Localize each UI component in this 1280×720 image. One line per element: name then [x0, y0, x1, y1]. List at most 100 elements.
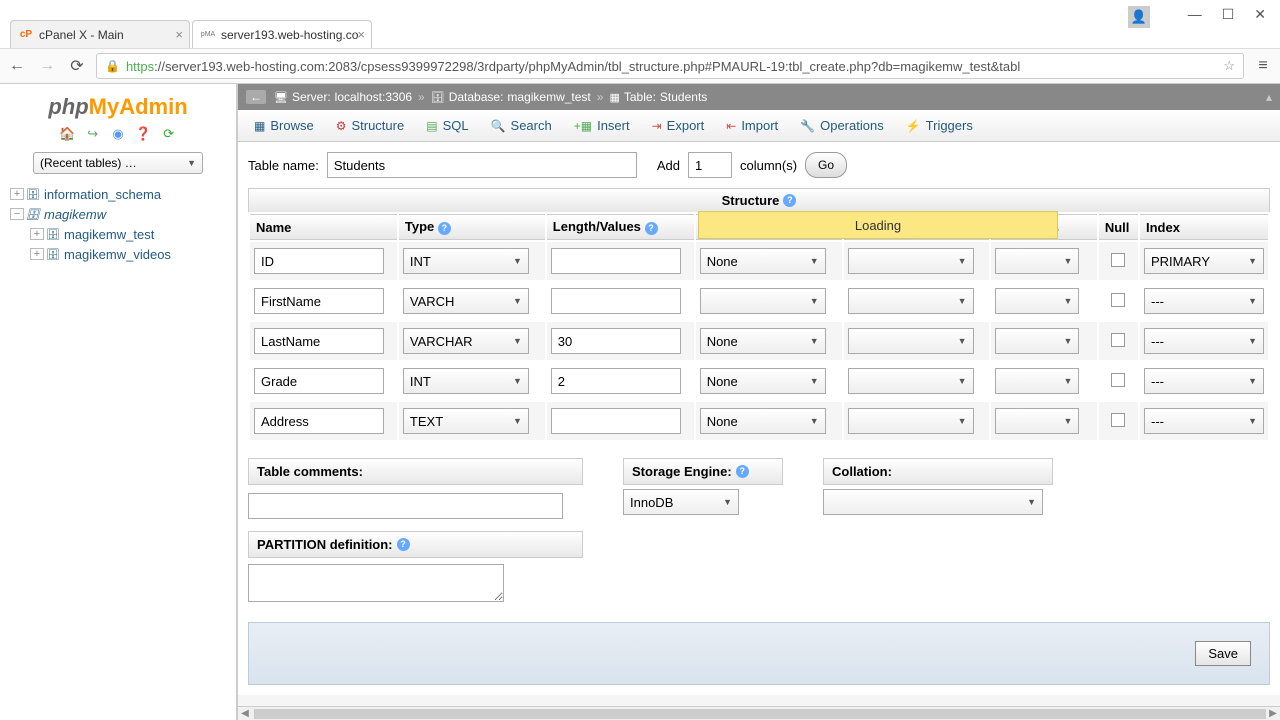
sql-icon[interactable]: ◉ [109, 126, 127, 142]
minimize-button[interactable]: — [1188, 6, 1202, 22]
help-icon[interactable]: ? [397, 538, 410, 551]
breadcrumb-back-icon[interactable]: ← [246, 90, 266, 104]
column-index-select[interactable]: --- [1144, 408, 1264, 434]
column-attributes-select[interactable] [995, 408, 1079, 434]
chrome-menu-button[interactable]: ≡ [1252, 57, 1274, 75]
reload-icon[interactable]: ⟳ [160, 126, 178, 142]
browser-tab-cpanel[interactable]: cP cPanel X - Main × [10, 20, 190, 48]
user-account-icon[interactable]: 👤 [1128, 6, 1150, 28]
table-name-input[interactable] [327, 152, 637, 178]
column-null-checkbox[interactable] [1111, 333, 1125, 347]
column-attributes-select[interactable] [995, 368, 1079, 394]
column-collation-select[interactable] [848, 328, 974, 354]
tab-browse[interactable]: ▦Browse [244, 114, 324, 137]
docs-icon[interactable]: ❓ [134, 126, 152, 142]
column-null-checkbox[interactable] [1111, 413, 1125, 427]
column-length-input[interactable] [551, 408, 681, 434]
collapse-icon[interactable]: − [10, 208, 24, 220]
tab-operations[interactable]: 🔧Operations [790, 114, 894, 137]
breadcrumb-db[interactable]: magikemw_test [507, 90, 590, 104]
add-columns-input[interactable] [688, 152, 732, 178]
collation-select[interactable] [823, 489, 1043, 515]
scroll-left-icon[interactable]: ◀ [238, 708, 252, 719]
column-type-select[interactable]: VARCH [403, 288, 529, 314]
horizontal-scrollbar[interactable]: ◀ ▶ [238, 706, 1280, 720]
help-icon[interactable]: ? [438, 222, 451, 235]
tab-structure[interactable]: ⚙Structure [326, 114, 415, 137]
column-index-select[interactable]: --- [1144, 328, 1264, 354]
tab-import[interactable]: ⇤Import [716, 114, 788, 137]
column-null-checkbox[interactable] [1111, 293, 1125, 307]
save-button[interactable]: Save [1195, 641, 1251, 666]
column-length-input[interactable] [551, 288, 681, 314]
table-comments-input[interactable] [248, 493, 563, 519]
tree-item-magikemw[interactable]: − 🗄 magikemw [10, 204, 232, 224]
column-name-input[interactable] [254, 328, 384, 354]
home-icon[interactable]: 🏠 [58, 126, 76, 142]
column-attributes-select[interactable] [995, 288, 1079, 314]
column-name-input[interactable] [254, 288, 384, 314]
tree-item-magikemw-test[interactable]: + 🗄 magikemw_test [30, 224, 232, 244]
column-name-input[interactable] [254, 368, 384, 394]
expand-icon[interactable]: + [30, 228, 44, 240]
back-button[interactable]: ← [6, 55, 28, 77]
column-index-select[interactable]: PRIMARY [1144, 248, 1264, 274]
logout-icon[interactable]: ↪ [84, 126, 102, 142]
reload-button[interactable]: ⟳ [66, 55, 88, 77]
help-icon[interactable]: ? [736, 465, 749, 478]
column-default-select[interactable]: None [700, 368, 826, 394]
tab-export[interactable]: ⇥Export [642, 114, 715, 137]
browser-tab-phpmyadmin[interactable]: pMA server193.web-hosting.co × [192, 20, 372, 48]
tab-close-icon[interactable]: × [357, 27, 365, 42]
scroll-thumb[interactable] [254, 709, 1266, 719]
column-null-checkbox[interactable] [1111, 373, 1125, 387]
column-collation-select[interactable] [848, 408, 974, 434]
column-type-select[interactable]: VARCHAR [403, 328, 529, 354]
column-default-select[interactable]: None [700, 408, 826, 434]
scroll-right-icon[interactable]: ▶ [1266, 708, 1280, 719]
column-default-select[interactable]: None [700, 328, 826, 354]
column-length-input[interactable] [551, 368, 681, 394]
tree-item-information-schema[interactable]: + 🗄 information_schema [10, 184, 232, 204]
column-default-select[interactable]: None [700, 248, 826, 274]
tab-search[interactable]: 🔍Search [481, 114, 562, 137]
expand-icon[interactable]: + [10, 188, 24, 200]
tab-sql[interactable]: ▤SQL [416, 114, 478, 137]
column-default-select[interactable] [700, 288, 826, 314]
tree-item-magikemw-videos[interactable]: + 🗄 magikemw_videos [30, 244, 232, 264]
column-length-input[interactable] [551, 248, 681, 274]
select-value: VARCHAR [410, 334, 473, 349]
breadcrumb-table[interactable]: Students [660, 90, 707, 104]
column-collation-select[interactable] [848, 248, 974, 274]
help-icon[interactable]: ? [783, 194, 796, 207]
column-attributes-select[interactable] [995, 248, 1079, 274]
column-type-select[interactable]: TEXT [403, 408, 529, 434]
breadcrumb-server[interactable]: localhost:3306 [335, 90, 412, 104]
column-attributes-select[interactable] [995, 328, 1079, 354]
column-index-select[interactable]: --- [1144, 368, 1264, 394]
column-index-select[interactable]: --- [1144, 288, 1264, 314]
column-length-input[interactable] [551, 328, 681, 354]
column-type-select[interactable]: INT [403, 248, 529, 274]
tab-close-icon[interactable]: × [175, 27, 183, 42]
maximize-button[interactable]: ☐ [1222, 6, 1235, 23]
forward-button[interactable]: → [36, 55, 58, 77]
storage-engine-select[interactable]: InnoDB [623, 489, 739, 515]
close-button[interactable]: ✕ [1254, 6, 1266, 23]
column-name-input[interactable] [254, 248, 384, 274]
bookmark-star-icon[interactable]: ☆ [1223, 58, 1235, 74]
tab-insert[interactable]: +▦Insert [564, 114, 640, 137]
collapse-breadcrumb-icon[interactable]: ▴ [1266, 90, 1272, 104]
column-collation-select[interactable] [848, 368, 974, 394]
column-type-select[interactable]: INT [403, 368, 529, 394]
column-null-checkbox[interactable] [1111, 253, 1125, 267]
expand-icon[interactable]: + [30, 248, 44, 260]
column-name-input[interactable] [254, 408, 384, 434]
partition-textarea[interactable] [248, 564, 504, 602]
address-field[interactable]: 🔒 https://server193.web-hosting.com:2083… [96, 53, 1244, 79]
column-collation-select[interactable] [848, 288, 974, 314]
help-icon[interactable]: ? [645, 222, 658, 235]
tab-triggers[interactable]: ⚡Triggers [896, 114, 983, 137]
go-button[interactable]: Go [805, 152, 847, 178]
recent-tables-select[interactable]: (Recent tables) … [33, 152, 203, 174]
